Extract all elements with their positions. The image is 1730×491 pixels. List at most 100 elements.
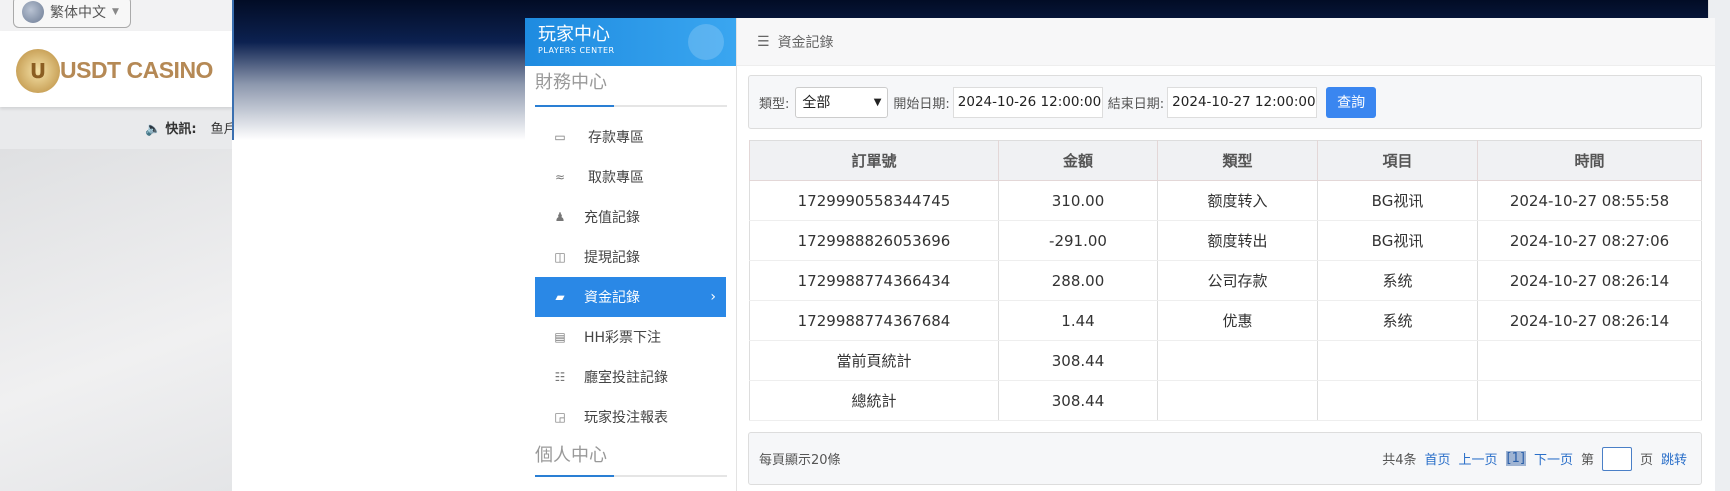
empty-cell <box>1157 380 1318 421</box>
sidebar-item-fund-records[interactable]: ▰ 資金記錄 › <box>535 277 726 317</box>
player-center-modal: 玩家中心 PLAYERS CENTER 財務中心 ▭ 存款專區 ≈ 取款專區 ♟ 充值… <box>525 18 1715 491</box>
table-cell: 系统 <box>1317 300 1478 341</box>
page-total-row: 當前頁統計 308.44 <box>749 340 1702 381</box>
logo-coin-icon: U <box>16 49 60 93</box>
language-label: 繁体中文 <box>50 5 106 21</box>
section-divider <box>535 105 727 107</box>
table-cell: 1729990558344745 <box>749 180 999 221</box>
breadcrumb: ☰ 資金記錄 <box>737 18 1715 66</box>
sidebar-item-deposit[interactable]: ▭ 存款專區 <box>535 117 726 157</box>
table-cell: -291.00 <box>998 220 1158 261</box>
cash-hand-icon: ≈ <box>554 170 566 184</box>
grand-total-label: 總統計 <box>749 380 999 421</box>
sidebar-item-label: 取款專區 <box>588 170 644 186</box>
first-page-link[interactable]: 首页 <box>1424 449 1450 468</box>
table-cell: BG视讯 <box>1317 220 1478 261</box>
background-site: 繁体中文 ▼ U USDT CASINO 🔈 快訊: 鱼戶 <box>0 0 232 491</box>
funds-icon: ▰ <box>555 290 565 304</box>
caret-down-icon: ▼ <box>112 7 119 17</box>
next-page-link[interactable]: 下一页 <box>1534 449 1573 468</box>
list-icon: ☷ <box>554 370 566 384</box>
menu-icon[interactable]: ☰ <box>757 34 770 50</box>
table-cell: 2024-10-27 08:26:14 <box>1477 300 1702 341</box>
section-personal: 個人中心 <box>535 445 607 466</box>
speaker-icon: 🔈 <box>145 122 162 137</box>
sidebar-header: 玩家中心 PLAYERS CENTER <box>525 18 736 66</box>
empty-cell <box>1317 340 1478 381</box>
sidebar-item-hall-bet-records[interactable]: ☷ 廳室投註記錄 <box>535 357 726 397</box>
gamepad-icon <box>688 24 724 60</box>
end-date-input[interactable]: 2024-10-27 12:00:00 <box>1167 86 1318 118</box>
column-header: 訂單號 <box>749 140 999 181</box>
sidebar-item-label: HH彩票下注 <box>584 330 662 346</box>
sidebar-item-player-report[interactable]: ◲ 玩家投注報表 <box>535 397 726 437</box>
type-select[interactable]: 全部 ▼ <box>795 86 889 118</box>
column-header: 時間 <box>1477 140 1702 181</box>
page-total-label: 當前頁統計 <box>749 340 999 381</box>
chevron-down-icon: ▼ <box>873 96 882 108</box>
table-row: 1729988774366434 288.00 公司存款 系统 2024-10-27 0… <box>749 260 1702 301</box>
sidebar-item-label: 存款專區 <box>588 130 644 146</box>
start-date-label: 開始日期: <box>893 96 950 112</box>
sidebar-item-label: 資金記錄 <box>584 290 640 306</box>
table-row: 1729988826053696 -291.00 额度转出 BG视讯 2024-10-2… <box>749 220 1702 261</box>
card-icon: ▭ <box>554 130 566 144</box>
table-cell: 额度转出 <box>1157 220 1318 261</box>
sidebar-item-lottery-bet[interactable]: ▤ HH彩票下注 <box>535 317 726 357</box>
pagination: 共4条 首页 上一页 [1] 下一页 第 页 跳转 <box>1382 446 1687 471</box>
table-cell: 公司存款 <box>1157 260 1318 301</box>
table-cell: 1729988774366434 <box>749 260 999 301</box>
table-cell: 优惠 <box>1157 300 1318 341</box>
table-cell: 2024-10-27 08:27:06 <box>1477 220 1702 261</box>
section-finance: 財務中心 <box>535 72 607 93</box>
sidebar-item-withdraw[interactable]: ≈ 取款專區 <box>535 157 726 197</box>
empty-cell <box>1477 340 1702 381</box>
chevron-right-icon: › <box>710 289 716 305</box>
language-selector[interactable]: 繁体中文 ▼ <box>13 0 131 28</box>
sidebar-item-label: 充值記錄 <box>584 210 640 226</box>
section-divider <box>535 475 727 477</box>
sidebar: 玩家中心 PLAYERS CENTER 財務中心 ▭ 存款專區 ≈ 取款專區 ♟ 充值… <box>525 18 737 491</box>
page-prefix: 第 <box>1580 453 1594 468</box>
grand-total-row: 總統計 308.44 <box>749 380 1702 421</box>
table-cell: 系统 <box>1317 260 1478 301</box>
start-date-input[interactable]: 2024-10-26 12:00:00 <box>952 86 1103 118</box>
background-image <box>0 149 232 491</box>
table-cell: 2024-10-27 08:26:14 <box>1477 260 1702 301</box>
table-cell: 310.00 <box>998 180 1158 221</box>
pagination-bar: 每頁顯示20條 共4条 首页 上一页 [1] 下一页 第 页 跳转 <box>748 432 1702 485</box>
table-cell: 1729988774367684 <box>749 300 999 341</box>
filter-bar: 類型: 全部 ▼ 開始日期: 2024-10-26 12:00:00 結束日期: … <box>748 75 1702 129</box>
column-header: 類型 <box>1157 140 1318 181</box>
sidebar-item-recharge-records[interactable]: ♟ 充值記錄 <box>535 197 726 237</box>
grand-total-value: 308.44 <box>998 380 1158 421</box>
news-text: 鱼戶 <box>210 122 232 137</box>
sidebar-item-label: 提現記錄 <box>584 250 640 266</box>
prev-page-link[interactable]: 上一页 <box>1459 449 1498 468</box>
logo-text: USDT CASINO <box>60 57 213 83</box>
logo-bar: U USDT CASINO <box>0 31 232 107</box>
fund-records-table: 訂單號 金額 類型 項目 時間 1729990558344745 310.00 额度… <box>749 140 1702 421</box>
table-cell: 额度转入 <box>1157 180 1318 221</box>
current-page[interactable]: [1] <box>1505 451 1526 466</box>
sidebar-item-label: 廳室投註記錄 <box>584 370 668 386</box>
query-button[interactable]: 查詢 <box>1326 86 1377 118</box>
column-header: 項目 <box>1317 140 1478 181</box>
jump-link[interactable]: 跳转 <box>1661 449 1687 468</box>
type-label: 類型: <box>759 96 790 112</box>
page-total-value: 308.44 <box>998 340 1158 381</box>
news-ticker: 🔈 快訊: 鱼戶 <box>145 118 232 137</box>
table-cell: 288.00 <box>998 260 1158 301</box>
table-cell: 2024-10-27 08:55:58 <box>1477 180 1702 221</box>
sidebar-item-withdraw-records[interactable]: ◫ 提現記錄 <box>535 237 726 277</box>
table-header: 訂單號 金額 類型 項目 時間 <box>749 140 1702 181</box>
empty-cell <box>1317 380 1478 421</box>
table-row: 1729988774367684 1.44 优惠 系统 2024-10-27 08:26… <box>749 300 1702 341</box>
table-cell: 1.44 <box>998 300 1158 341</box>
page-number-input[interactable] <box>1601 446 1632 471</box>
news-label: 快訊: <box>165 122 197 137</box>
empty-cell <box>1157 340 1318 381</box>
end-date-label: 結束日期: <box>1107 96 1165 112</box>
type-select-value: 全部 <box>802 95 831 111</box>
column-header: 金額 <box>998 140 1158 181</box>
